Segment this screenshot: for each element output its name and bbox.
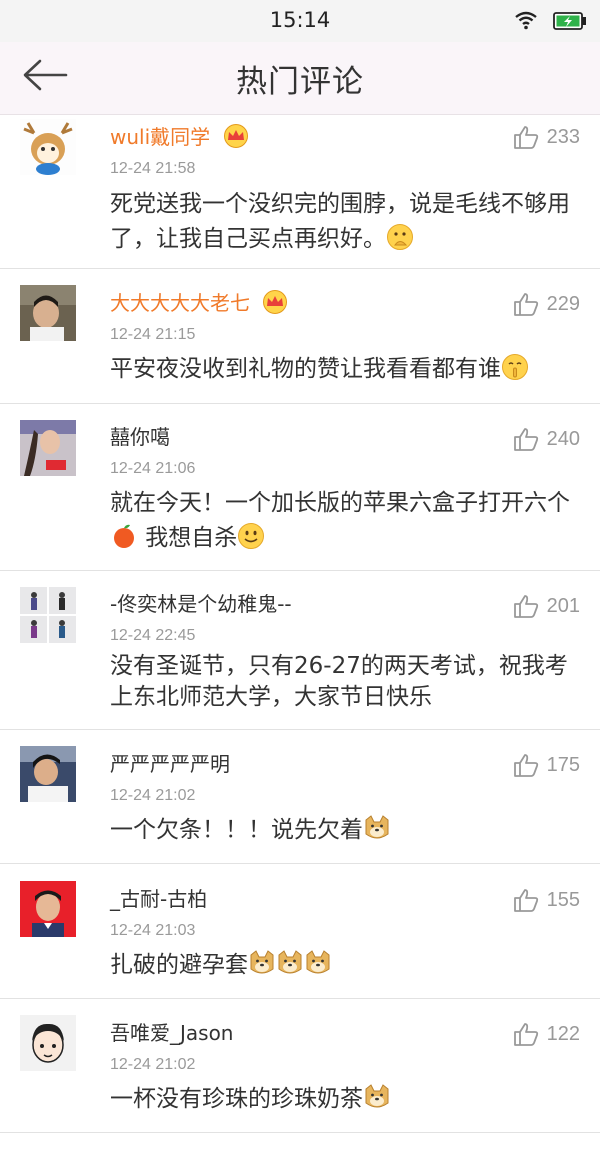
vip-crown-icon [223,124,248,148]
username[interactable]: -佟奕林是个幼稚鬼-- [110,588,292,617]
like-count: 201 [546,594,580,617]
comment-list: wuli戴同学 12-24 21:58 死党送我一个没织完的围脖，说是毛线不够用… [0,115,600,1156]
like-count: 240 [546,427,580,450]
doge-emoji-icon [365,815,389,839]
doge-emoji-icon [278,950,302,974]
wifi-icon [515,11,537,30]
comment-item: _古耐-古柏 12-24 21:03 扎破的避孕套 155 [0,864,600,999]
avatar[interactable] [20,420,76,476]
thinking-emoji-icon [387,224,413,250]
battery-icon [553,12,586,30]
vip-crown-icon [263,290,288,314]
thumbs-up-icon [513,754,538,777]
username[interactable]: 吾唯爱_Jason [110,1017,234,1046]
comment-item: wuli戴同学 12-24 21:58 死党送我一个没织完的围脖，说是毛线不够用… [0,115,600,269]
thumbs-up-icon [513,889,538,912]
thumbs-up-icon [513,1023,538,1046]
comment-text: 没有圣诞节，只有26-27的两天考试，祝我考上东北师范大学，大家节日快乐 [110,653,568,710]
comment-text: 一杯没有珍珠的珍珠奶茶 [110,1082,575,1117]
comment-text: 平安夜没收到礼物的赞让我看看都有谁 [110,352,575,387]
like-count: 155 [546,888,580,911]
comment-time: 12-24 21:02 [110,787,196,804]
username[interactable]: 大大大大大老七 [110,287,288,316]
like-count: 175 [546,753,580,776]
status-bar: 15:14 [0,0,600,42]
like-count: 233 [546,125,580,148]
like-button[interactable]: 201 [513,591,580,621]
comment-time: 12-24 21:06 [110,460,196,477]
comment-time: 12-24 21:02 [110,1056,196,1073]
comment-time: 12-24 21:15 [110,326,196,343]
username[interactable]: 囍你噶 [110,421,170,450]
username[interactable]: wuli戴同学 [110,121,249,150]
avatar[interactable] [20,119,76,175]
comment-time: 12-24 21:58 [110,160,196,177]
comment-text: 一个欠条！！！说先欠着 [110,813,575,848]
shush-emoji-icon [502,354,528,380]
comment-item: 囍你噶 12-24 21:06 就在今天！一个加长版的苹果六盒子打开六个 我想自… [0,404,600,571]
thumbs-up-icon [513,293,538,316]
page-title: 热门评论 [236,64,364,100]
like-button[interactable]: 233 [513,122,580,152]
like-button[interactable]: 155 [513,885,580,915]
like-count: 122 [546,1022,580,1045]
doge-emoji-icon [306,950,330,974]
comment-item: 大大大大大老七 12-24 21:15 平安夜没收到礼物的赞让我看看都有谁 22… [0,269,600,404]
smile-emoji-icon [238,523,265,549]
username[interactable]: 严严严严严明 [110,748,230,777]
apple-icon [114,524,134,548]
nav-header: 热门评论 [0,42,600,115]
like-button[interactable]: 229 [513,289,580,319]
comment-text: 就在今天！一个加长版的苹果六盒子打开六个 我想自杀 [110,490,570,551]
like-button[interactable]: 240 [513,424,580,454]
comment-text: 死党送我一个没织完的围脖，说是毛线不够用了，让我自己买点再织好。 [110,191,570,252]
avatar[interactable] [20,1015,76,1071]
avatar[interactable] [20,881,76,937]
avatar[interactable] [20,746,76,802]
doge-emoji-icon [250,950,274,974]
comment-item: -佟奕林是个幼稚鬼-- 12-24 22:45 没有圣诞节，只有26-27的两天… [0,571,600,730]
thumbs-up-icon [513,428,538,451]
comment-time: 12-24 22:45 [110,627,196,644]
like-count: 229 [546,292,580,315]
thumbs-up-icon [513,126,538,149]
comment-text: 扎破的避孕套 [110,948,575,983]
status-time: 15:14 [269,8,331,32]
thumbs-up-icon [513,595,538,618]
username[interactable]: _古耐-古柏 [110,883,207,912]
avatar[interactable] [20,285,76,341]
like-button[interactable]: 175 [513,750,580,780]
doge-emoji-icon [365,1084,389,1108]
like-button[interactable]: 122 [513,1019,580,1049]
avatar[interactable] [20,587,76,643]
comment-item: 严严严严严明 12-24 21:02 一个欠条！！！说先欠着 175 [0,730,600,864]
comment-item: 吾唯爱_Jason 12-24 21:02 一杯没有珍珠的珍珠奶茶 122 [0,999,600,1133]
comment-time: 12-24 21:03 [110,922,196,939]
